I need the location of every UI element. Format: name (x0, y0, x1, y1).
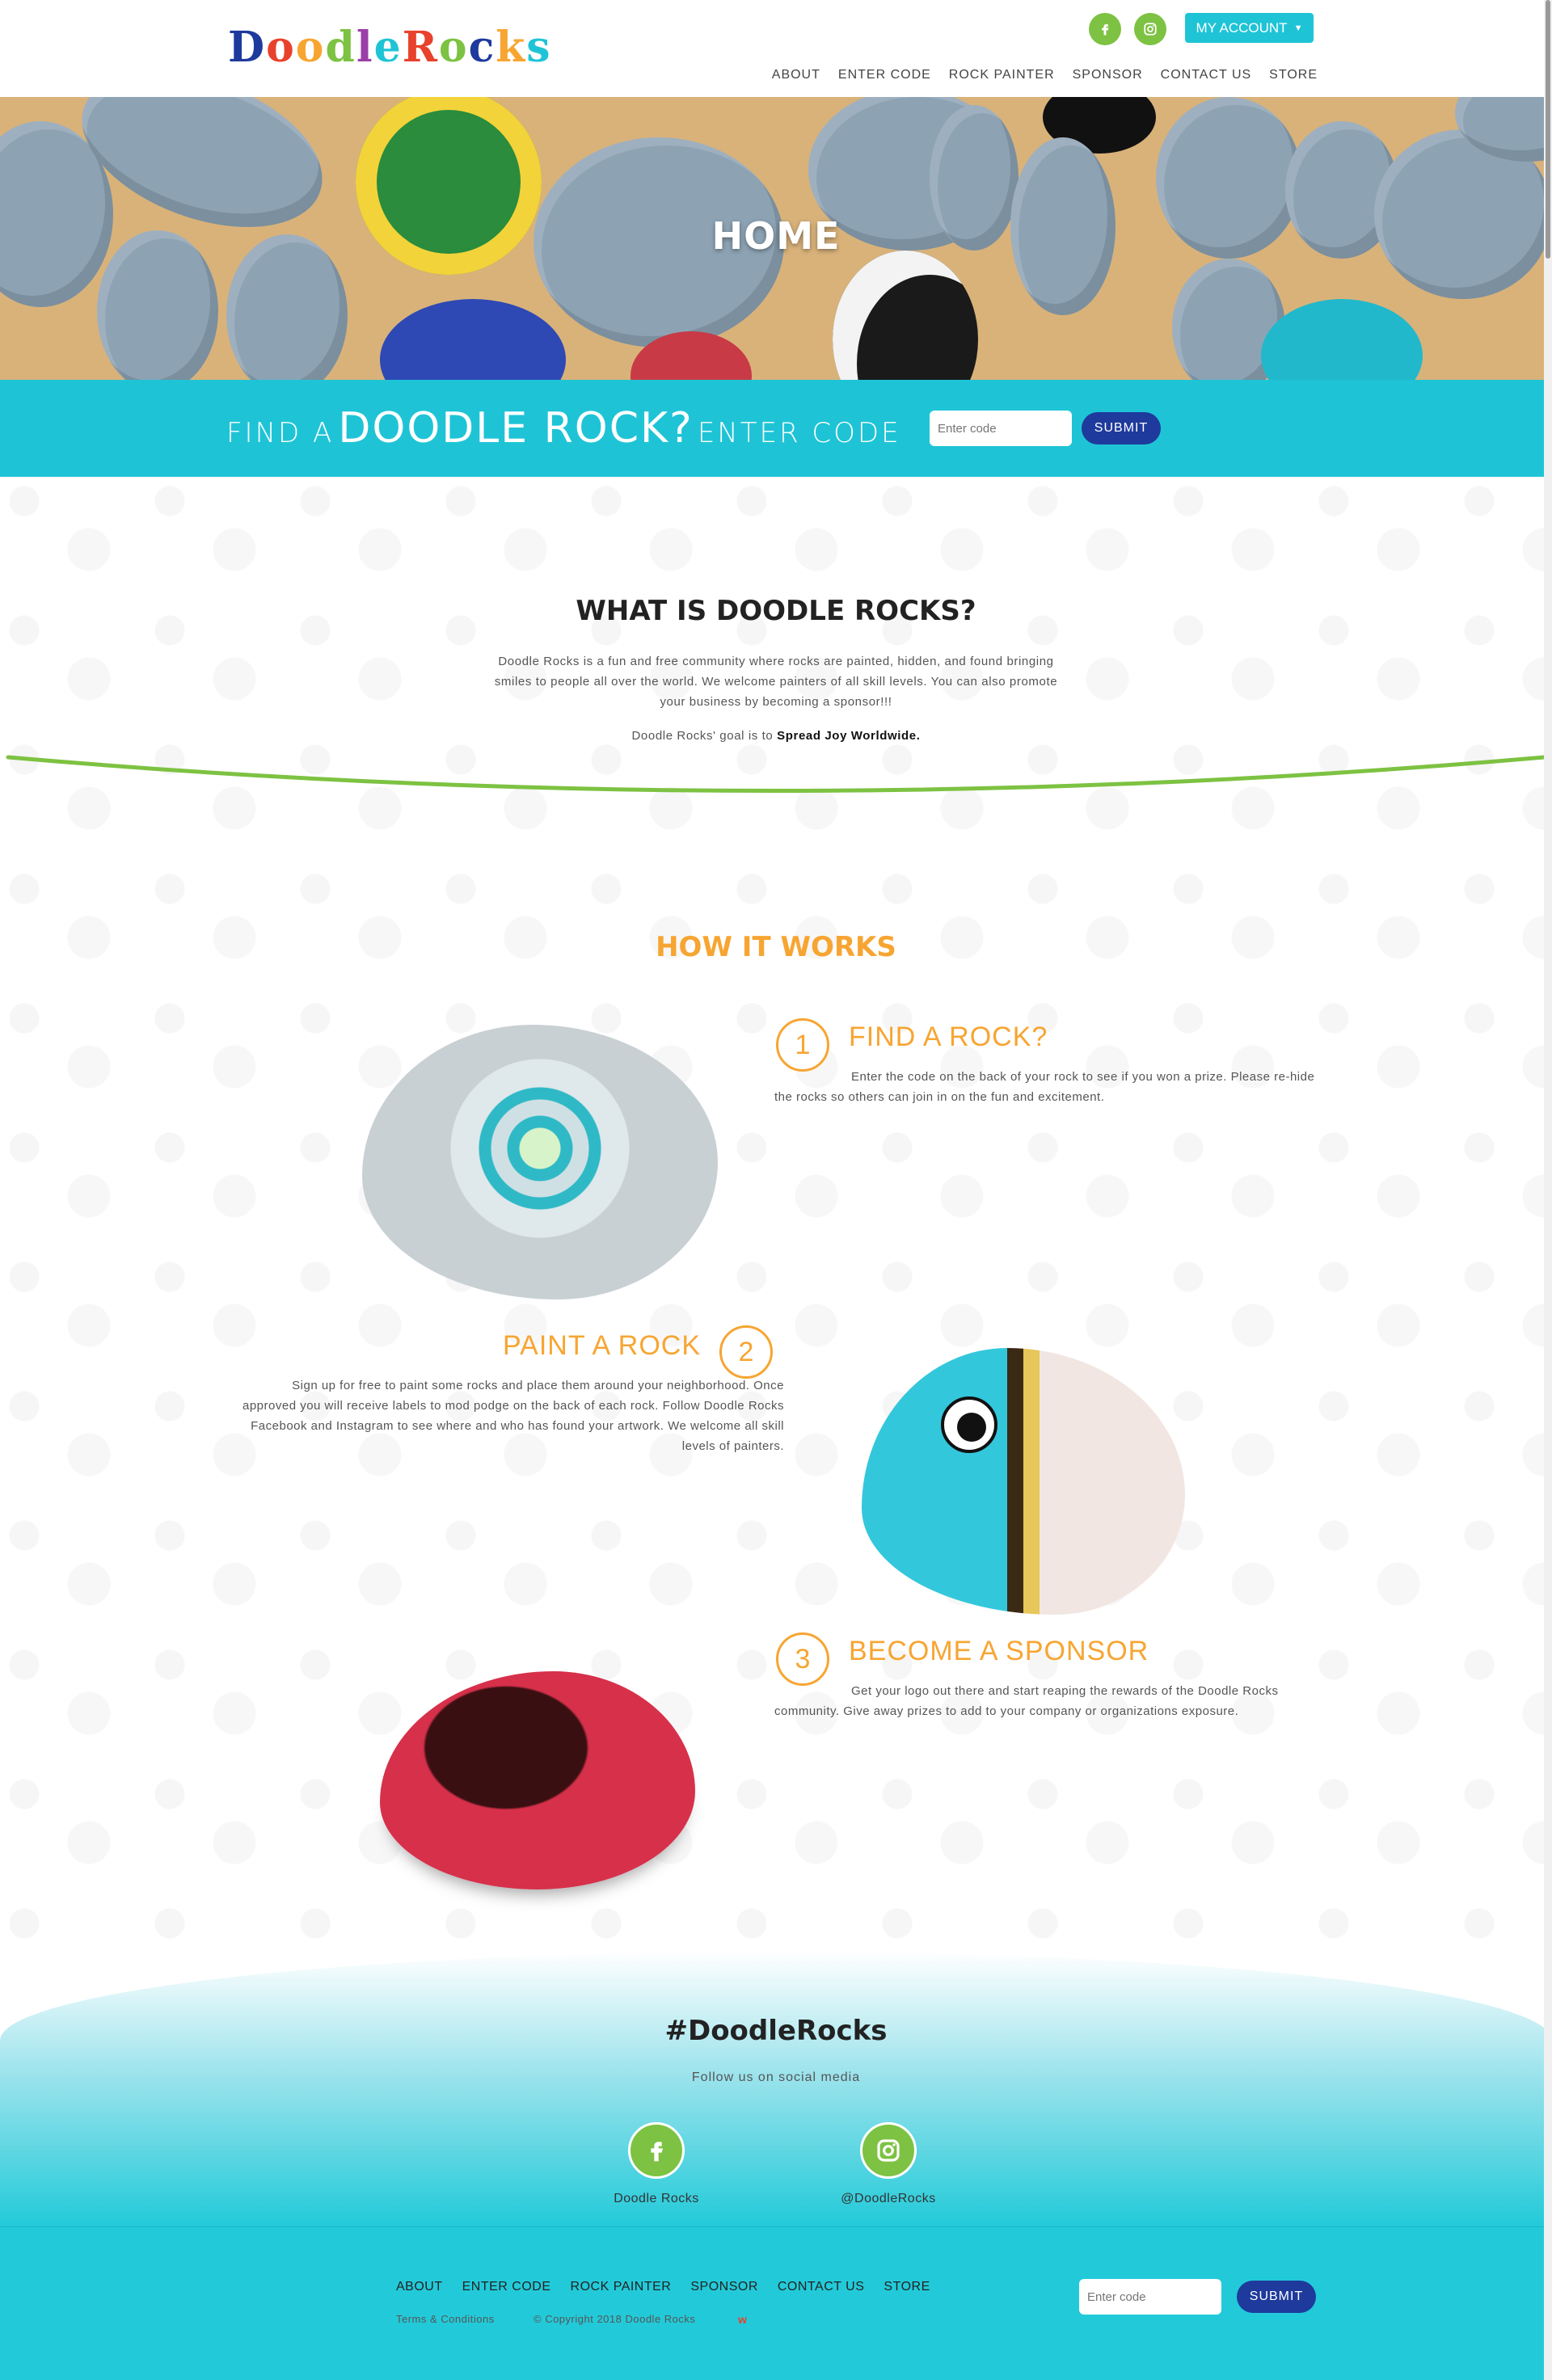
header-social (1089, 13, 1166, 45)
hero-painted-rock (380, 299, 566, 380)
facebook-label[interactable]: Doodle Rocks (576, 2192, 737, 2206)
footer-nav-sponsor[interactable]: SPONSOR (690, 2280, 758, 2294)
step-1-title: FIND A ROCK? (849, 1022, 1048, 1052)
scrollbar-thumb[interactable] (1546, 0, 1550, 259)
copyright-text: © Copyright 2018 Doodle Rocks (534, 2313, 696, 2325)
green-swoosh-divider (6, 755, 1546, 793)
logo-letter: o (438, 23, 469, 72)
nav-sponsor[interactable]: SPONSOR (1073, 68, 1143, 82)
footer-code-input[interactable] (1079, 2279, 1221, 2315)
logo-letter: d (325, 23, 356, 72)
logo-letter: k (496, 23, 527, 72)
hero-painted-rock (1261, 299, 1423, 380)
nav-rock-painter[interactable]: ROCK PAINTER (949, 68, 1055, 82)
hero-title: HOME (711, 214, 841, 258)
logo[interactable]: Doodle Rocks (228, 23, 552, 72)
logo-letter: R (402, 23, 439, 72)
footer-nav-about[interactable]: ABOUT (396, 2280, 443, 2294)
nav-store[interactable]: STORE (1269, 68, 1318, 82)
logo-letter: o (266, 23, 296, 72)
site-footer (0, 2226, 1552, 2380)
how-it-works-title: HOW IT WORKS (656, 931, 896, 963)
chevron-down-icon: ▼ (1293, 23, 1303, 33)
instagram-label[interactable]: @DoodleRocks (808, 2192, 969, 2206)
code-input[interactable] (930, 411, 1072, 446)
doodle-rock-text: DOODLE ROCK? (338, 404, 694, 453)
submit-button[interactable]: SUBMIT (1082, 412, 1161, 444)
mandala-rock-image (362, 1025, 718, 1300)
social-section (0, 1952, 1552, 2226)
footer-nav-rock-painter[interactable]: ROCK PAINTER (571, 2280, 672, 2294)
goal-highlight: Spread Joy Worldwide. (777, 729, 921, 743)
about-title: WHAT IS DOODLE ROCKS? (576, 595, 976, 627)
find-a-text: FIND A (226, 417, 335, 449)
step-1-text: Enter the code on the back of your rock … (774, 1070, 1315, 1104)
footer-nav-store[interactable]: STORE (884, 2280, 930, 2294)
step-3-title: BECOME A SPONSOR (849, 1636, 1149, 1666)
step-1-number: 1 (776, 1018, 829, 1072)
facebook-icon[interactable] (1089, 13, 1121, 45)
terms-link[interactable]: Terms & Conditions (396, 2313, 495, 2325)
my-account-button[interactable]: MY ACCOUNT ▼ (1185, 13, 1314, 43)
step-2-title: PAINT A ROCK (503, 1330, 702, 1361)
nav-contact-us[interactable]: CONTACT US (1161, 68, 1252, 82)
enter-code-headline: FIND A DOODLE ROCK? ENTER CODE (226, 404, 901, 453)
logo-letter: e (373, 23, 403, 72)
enter-code-bar: FIND A DOODLE ROCK? ENTER CODE SUBMIT (0, 380, 1552, 477)
logo-letter: l (356, 23, 374, 72)
site-header: Doodle Rocks MY ACCOUNT ▼ ABOUT ENTER CO… (0, 0, 1552, 97)
step-3-number: 3 (776, 1632, 829, 1686)
step-2-number: 2 (719, 1325, 773, 1379)
nav-about[interactable]: ABOUT (772, 68, 820, 82)
follow-text: Follow us on social media (691, 2070, 861, 2084)
hero-banner: HOME (0, 97, 1552, 380)
logo-letter: s (526, 23, 552, 72)
footer-nav-contact-us[interactable]: CONTACT US (778, 2280, 865, 2294)
facebook-icon[interactable] (628, 2122, 685, 2179)
scrollbar-track[interactable] (1544, 0, 1552, 2380)
developer-logo-icon[interactable]: w (738, 2313, 747, 2326)
nav-enter-code[interactable]: ENTER CODE (838, 68, 931, 82)
logo-letter: D (228, 23, 267, 72)
instagram-icon[interactable] (1134, 13, 1166, 45)
logo-letter: o (295, 23, 326, 72)
fish-pupil (957, 1413, 986, 1442)
step-2-text: Sign up for free to paint some rocks and… (242, 1379, 784, 1453)
enter-code-text: ENTER CODE (697, 417, 901, 449)
my-account-label: MY ACCOUNT (1196, 19, 1288, 36)
main-nav: ABOUT ENTER CODE ROCK PAINTER SPONSOR CO… (772, 68, 1318, 82)
hashtag-title: #DoodleRocks (664, 2015, 888, 2047)
about-goal: Doodle Rocks' goal is to Spread Joy Worl… (0, 729, 1552, 743)
footer-nav: ABOUT ENTER CODE ROCK PAINTER SPONSOR CO… (396, 2280, 930, 2294)
instagram-icon[interactable] (860, 2122, 917, 2179)
footer-nav-enter-code[interactable]: ENTER CODE (462, 2280, 551, 2294)
goal-prefix: Doodle Rocks' goal is to (631, 729, 774, 743)
about-text: Doodle Rocks is a fun and free community… (494, 655, 1058, 709)
step-3-text: Get your logo out there and start reapin… (774, 1684, 1279, 1718)
hero-penguin-rock (833, 251, 978, 380)
footer-submit-button[interactable]: SUBMIT (1237, 2281, 1316, 2313)
logo-letter: c (468, 23, 496, 72)
